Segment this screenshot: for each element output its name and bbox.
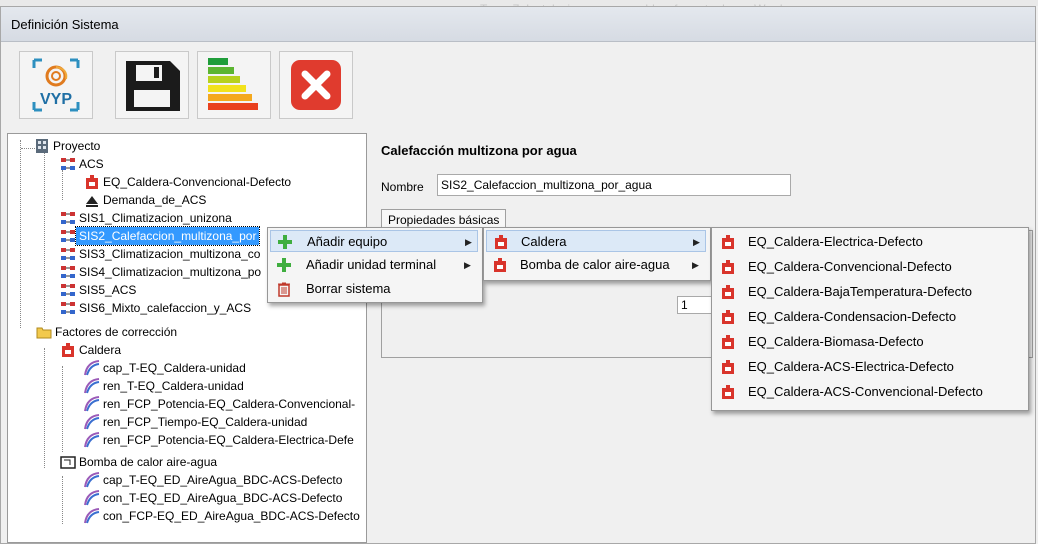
- title-bar: Definición Sistema: [1, 7, 1035, 42]
- menu-item-bomba-calor[interactable]: Bomba de calor aire-agua ▶: [486, 254, 706, 276]
- trash-icon: [278, 282, 290, 297]
- energy-rating-button[interactable]: [197, 51, 271, 119]
- number-field[interactable]: [677, 296, 715, 314]
- curve-icon: [84, 472, 100, 488]
- shower-icon: [86, 196, 98, 207]
- red-x-icon: [291, 60, 341, 110]
- close-button[interactable]: [279, 51, 353, 119]
- svg-text:VYP: VYP: [40, 91, 72, 108]
- menu-item-borrar-sistema[interactable]: Borrar sistema: [270, 278, 478, 300]
- heat-pump-icon: [60, 456, 76, 469]
- system-icon: [61, 284, 75, 296]
- boiler-icon: [722, 335, 734, 349]
- boiler-icon: [722, 285, 734, 299]
- curve-icon: [84, 360, 100, 376]
- vyp-logo-button[interactable]: VYP: [19, 51, 93, 119]
- boiler-icon: [722, 260, 734, 274]
- green-plus-icon: [277, 258, 291, 272]
- floppy-disk-icon: [126, 61, 180, 111]
- context-menu: Añadir equipo ▶ Añadir unidad terminal ▶…: [267, 227, 483, 303]
- system-tree[interactable]: Proyecto ACS EQ_Caldera-Convencional-Def…: [7, 133, 367, 543]
- boiler-icon: [494, 258, 506, 272]
- definition-system-window: Definición Sistema VYP Proyecto ACS EQ_C…: [0, 6, 1036, 544]
- vyp-logo-icon: VYP: [32, 58, 80, 112]
- system-icon: [61, 158, 75, 170]
- menu-item-caldera-baja-temperatura[interactable]: EQ_Caldera-BajaTemperatura-Defecto: [714, 281, 1024, 303]
- boiler-submenu: EQ_Caldera-Electrica-Defecto EQ_Caldera-…: [711, 227, 1029, 411]
- energy-label-icon: [208, 58, 258, 110]
- boiler-icon: [62, 343, 74, 357]
- submenu-arrow-icon: ▶: [693, 237, 700, 247]
- menu-item-anadir-unidad-terminal[interactable]: Añadir unidad terminal ▶: [270, 254, 478, 276]
- toolbar: VYP: [1, 42, 1035, 128]
- curve-icon: [84, 396, 100, 412]
- boiler-icon: [495, 235, 507, 249]
- curve-icon: [84, 490, 100, 506]
- menu-item-caldera-acs-convencional[interactable]: EQ_Caldera-ACS-Convencional-Defecto: [714, 381, 1024, 403]
- boiler-icon: [86, 175, 98, 189]
- boiler-icon: [722, 385, 734, 399]
- menu-item-caldera-biomasa[interactable]: EQ_Caldera-Biomasa-Defecto: [714, 331, 1024, 353]
- curve-icon: [84, 378, 100, 394]
- save-button[interactable]: [115, 51, 189, 119]
- boiler-icon: [722, 360, 734, 374]
- boiler-icon: [722, 235, 734, 249]
- submenu-arrow-icon: ▶: [692, 260, 699, 270]
- panel-title: Calefacción multizona por agua: [381, 143, 577, 158]
- project-icon: [36, 139, 48, 153]
- submenu-arrow-icon: ▶: [465, 237, 472, 247]
- system-icon: [61, 230, 75, 242]
- menu-item-caldera[interactable]: Caldera ▶: [486, 230, 706, 252]
- folder-icon: [36, 327, 52, 339]
- menu-item-caldera-acs-electrica[interactable]: EQ_Caldera-ACS-Electrica-Defecto: [714, 356, 1024, 378]
- menu-item-caldera-electrica[interactable]: EQ_Caldera-Electrica-Defecto: [714, 231, 1024, 253]
- equipment-submenu: Caldera ▶ Bomba de calor aire-agua ▶: [483, 227, 711, 281]
- curve-icon: [84, 508, 100, 524]
- menu-item-caldera-convencional[interactable]: EQ_Caldera-Convencional-Defecto: [714, 256, 1024, 278]
- system-icon: [61, 212, 75, 224]
- curve-icon: [84, 432, 100, 448]
- name-label: Nombre: [381, 180, 424, 194]
- system-icon: [61, 266, 75, 278]
- menu-item-caldera-condensacion[interactable]: EQ_Caldera-Condensacion-Defecto: [714, 306, 1024, 328]
- boiler-icon: [722, 310, 734, 324]
- curve-icon: [84, 414, 100, 430]
- system-icon: [61, 302, 75, 314]
- submenu-arrow-icon: ▶: [464, 260, 471, 270]
- name-field[interactable]: [437, 174, 791, 196]
- green-plus-icon: [278, 235, 292, 249]
- window-title: Definición Sistema: [11, 17, 119, 32]
- system-icon: [61, 248, 75, 260]
- menu-item-anadir-equipo[interactable]: Añadir equipo ▶: [270, 230, 478, 252]
